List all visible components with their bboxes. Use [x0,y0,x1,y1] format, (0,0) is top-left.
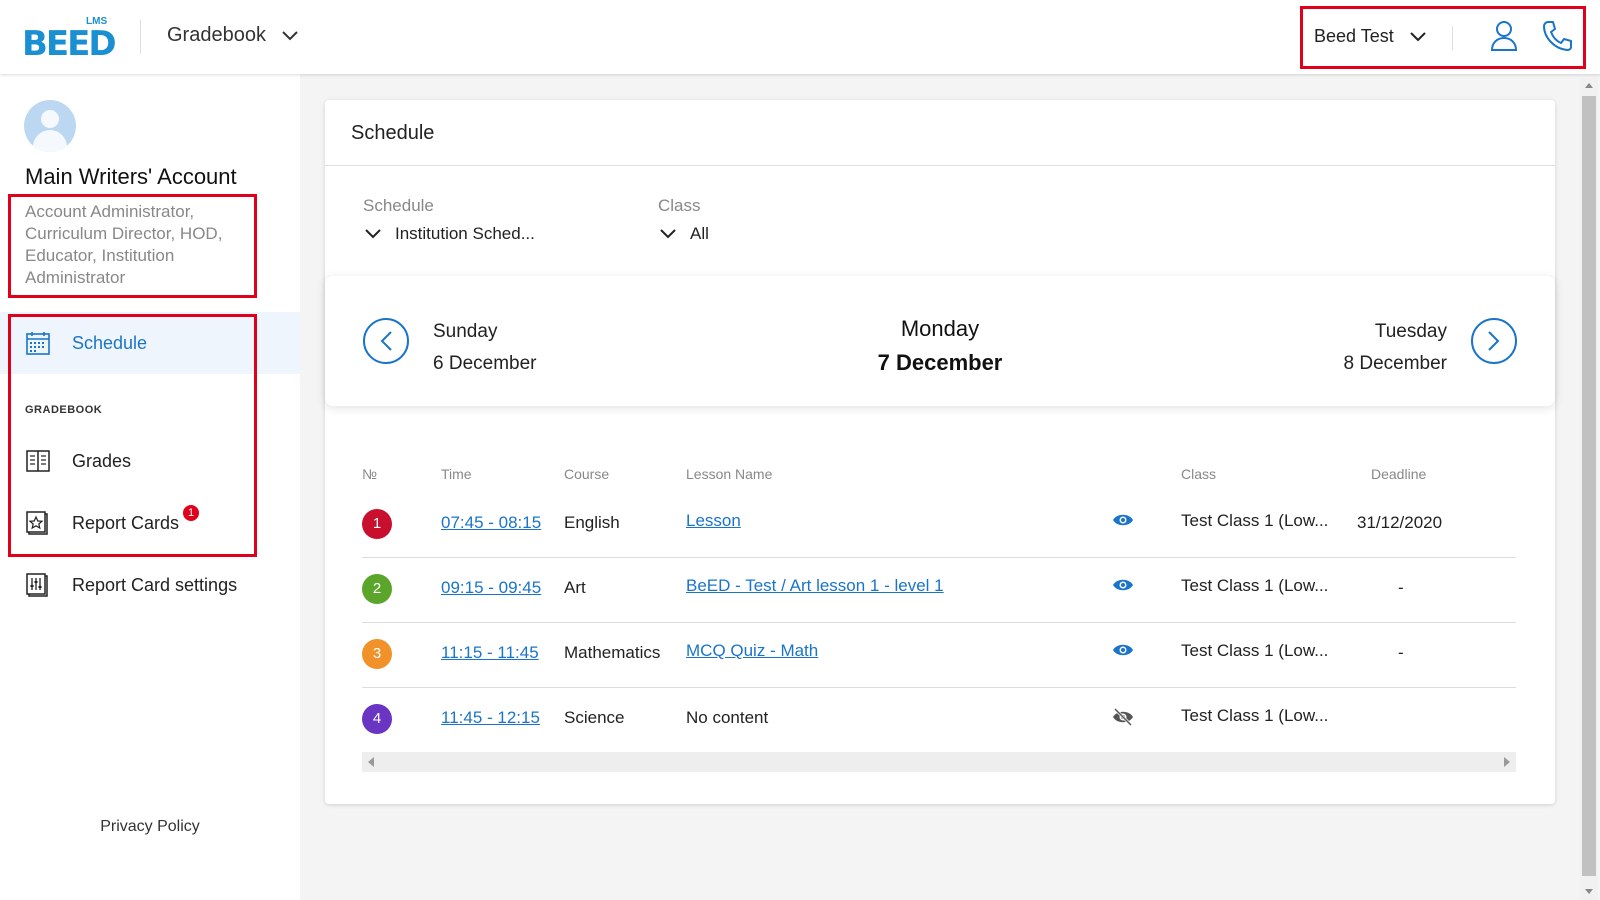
page-title: Schedule [351,122,435,144]
header-separator [1452,26,1453,50]
lesson-link[interactable]: BeED - Test / Art lesson 1 - level 1 [686,576,944,596]
nav-highlight [8,314,257,557]
class-filter-select[interactable]: All [660,224,709,244]
next-day-button[interactable] [1471,318,1517,364]
chevron-down-icon [282,30,298,40]
avatar-head-shape [41,110,59,128]
visibility-toggle[interactable] [1112,643,1134,662]
scroll-down-arrow-icon[interactable] [1585,889,1593,894]
deadline: 31/12/2020 [1357,513,1443,532]
eye-icon [1113,644,1133,656]
course-name: Art [564,578,586,597]
time-link[interactable]: 09:15 - 09:45 [441,578,541,598]
lesson-number-badge: 4 [362,704,392,734]
module-selector[interactable]: Gradebook [167,24,298,47]
column-header-deadline: Deadline [1371,466,1427,482]
course-name: Mathematics [564,643,661,662]
column-header-lesson: Lesson Name [686,466,773,482]
user-icon [1490,21,1518,51]
divider [325,165,1555,166]
chevron-down-icon [1410,31,1426,41]
chevron-down-icon [660,229,676,239]
privacy-policy-link[interactable]: Privacy Policy [0,818,300,836]
time-link[interactable]: 11:15 - 11:45 [441,643,539,663]
vertical-scrollbar[interactable] [1580,78,1598,900]
eye-off-icon [1113,707,1133,727]
scrollbar-thumb[interactable] [1582,96,1596,876]
contact-button[interactable] [1542,20,1572,57]
column-header-number: № [362,466,378,482]
class-name: Test Class 1 (Low... [1181,641,1329,660]
scroll-up-arrow-icon[interactable] [1585,83,1593,88]
day-navigator: Sunday 6 December Monday 7 December Tues… [325,276,1555,406]
eye-icon [1113,579,1133,591]
sidebar-item-label: Report Card settings [72,574,238,595]
time-link[interactable]: 07:45 - 08:15 [441,513,541,533]
next-day[interactable]: Tuesday 8 December [1344,316,1448,380]
scroll-left-arrow-icon[interactable] [368,757,374,767]
class-name: Test Class 1 (Low... [1181,576,1329,595]
table-row: 3 11:15 - 11:45 Mathematics MCQ Quiz - M… [362,623,1516,688]
column-header-course: Course [564,466,610,482]
column-header-time: Time [441,466,472,482]
table-row: 2 09:15 - 09:45 Art BeED - Test / Art le… [362,558,1516,623]
time-link[interactable]: 11:45 - 12:15 [441,708,540,728]
account-name: Main Writers' Account [25,164,237,189]
schedule-card: Schedule Schedule Institution Sched... C… [325,100,1555,804]
header-divider [140,20,141,54]
account-roles: Account Administrator, Curriculum Direct… [25,202,223,287]
table-row: 1 07:45 - 08:15 English Lesson Test Clas… [362,493,1516,558]
sidebar: Main Writers' Account Account Administra… [0,74,300,900]
class-name: Test Class 1 (Low... [1181,511,1329,530]
class-filter-label: Class [658,196,701,215]
course-name: English [564,513,620,532]
logo-word: BEED [22,24,117,64]
horizontal-scrollbar[interactable] [362,752,1516,772]
class-filter-value: All [690,224,709,243]
eye-icon [1113,514,1133,526]
lesson-link[interactable]: Lesson [686,511,741,531]
schedule-filter-value: Institution Sched... [395,224,535,243]
visibility-toggle[interactable] [1112,513,1134,532]
module-label: Gradebook [167,24,266,46]
deadline: - [1398,578,1404,597]
lesson-number-badge: 2 [362,574,392,604]
visibility-toggle[interactable] [1112,578,1134,597]
report-settings-icon [26,573,50,597]
user-name-label: Beed Test [1314,26,1394,46]
course-name: Science [564,708,625,727]
schedule-filter-select[interactable]: Institution Sched... [365,224,535,244]
class-name: Test Class 1 (Low... [1181,706,1329,725]
deadline: - [1398,643,1404,662]
avatar-body-shape [33,130,67,152]
chevron-right-icon [1488,331,1500,351]
table-row: 4 11:45 - 12:15 Science No content Test … [362,688,1516,753]
column-header-class: Class [1181,466,1217,482]
beed-logo[interactable]: LMS BEED [22,16,118,64]
phone-icon [1543,21,1572,51]
chevron-down-icon [365,229,381,239]
scroll-right-arrow-icon[interactable] [1504,757,1510,767]
next-weekday: Tuesday [1374,321,1447,342]
avatar[interactable] [24,100,76,152]
lesson-number-badge: 1 [362,509,392,539]
schedule-filter-label: Schedule [363,196,434,215]
visibility-toggle[interactable] [1112,707,1134,731]
lesson-link[interactable]: MCQ Quiz - Math [686,641,818,661]
sidebar-item-report-card-settings[interactable]: Report Card settings [0,554,300,616]
lesson-name: No content [686,708,769,727]
user-profile-button[interactable] [1490,20,1518,57]
next-date: 8 December [1343,353,1448,374]
user-menu[interactable]: Beed Test [1314,26,1426,47]
lesson-number-badge: 3 [362,639,392,669]
